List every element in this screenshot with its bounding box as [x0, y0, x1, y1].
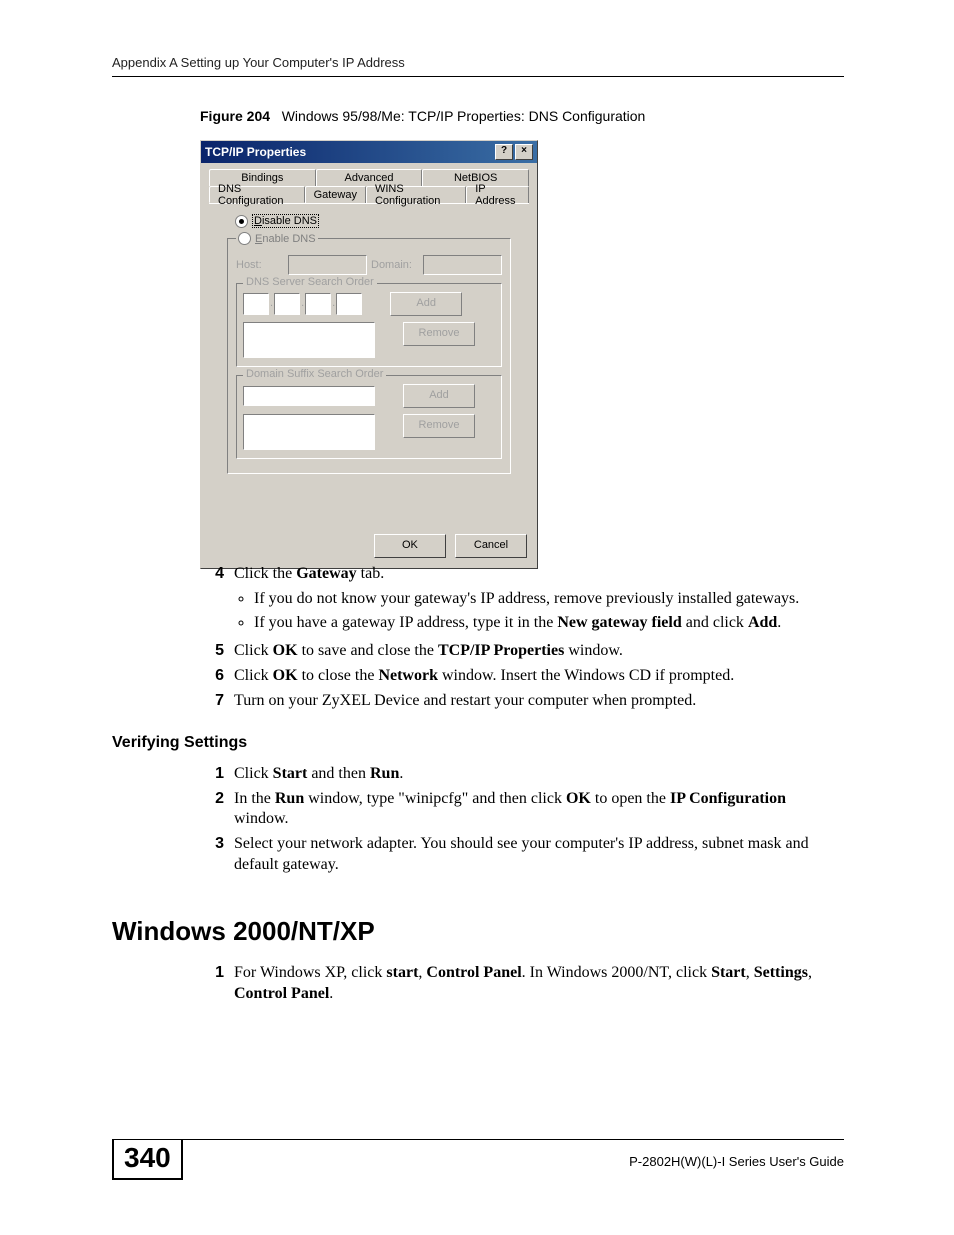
- dns-list[interactable]: [243, 322, 375, 358]
- tab-gateway[interactable]: Gateway: [305, 186, 366, 203]
- text: Click the: [234, 565, 296, 582]
- step-number: 5: [200, 641, 234, 662]
- step-4: 4 Click the Gateway tab. If you do not k…: [200, 564, 844, 637]
- tab-panel: Disable DNS Enable DNS Host: Domain: DNS: [209, 203, 529, 526]
- bullet: If you do not know your gateway's IP add…: [254, 589, 799, 610]
- remove-button[interactable]: Remove: [403, 414, 475, 438]
- step-6: 6 Click OK to close the Network window. …: [200, 666, 844, 687]
- page-footer: 340 P-2802H(W)(L)-I Series User's Guide: [112, 1139, 844, 1180]
- step-number: 3: [200, 834, 234, 876]
- radio-enable-dns[interactable]: Enable DNS: [238, 232, 316, 245]
- ok-button[interactable]: OK: [374, 534, 446, 558]
- vstep-3: 3 Select your network adapter. You shoul…: [200, 834, 844, 876]
- host-label: Host:: [236, 259, 284, 271]
- wstep-1: 1 For Windows XP, click start, Control P…: [200, 963, 844, 1005]
- group-label: DNS Server Search Order: [243, 276, 377, 288]
- enable-dns-group: Enable DNS Host: Domain: DNS Server Sear…: [227, 232, 511, 474]
- help-button[interactable]: ?: [495, 144, 513, 160]
- figure-title: Windows 95/98/Me: TCP/IP Properties: DNS…: [282, 108, 646, 124]
- step-number: 1: [200, 963, 234, 1005]
- suffix-list[interactable]: [243, 414, 375, 450]
- titlebar: TCP/IP Properties ? ×: [201, 141, 537, 163]
- step-number: 7: [200, 691, 234, 712]
- suffix-input[interactable]: [243, 386, 375, 406]
- add-button[interactable]: Add: [403, 384, 475, 408]
- tcpip-dialog: TCP/IP Properties ? × Bindings Advanced …: [200, 140, 538, 569]
- dialog-title: TCP/IP Properties: [205, 145, 306, 159]
- dns-order-group: DNS Server Search Order . . . Add Remove: [236, 283, 502, 367]
- tab-area: Bindings Advanced NetBIOS DNS Configurat…: [201, 163, 537, 526]
- figure-label: Figure 204: [200, 108, 270, 124]
- step-number: 2: [200, 789, 234, 831]
- radio-label: Enable DNS: [255, 233, 316, 245]
- tab-ipaddress[interactable]: IP Address: [466, 186, 529, 203]
- figure-caption: Figure 204 Windows 95/98/Me: TCP/IP Prop…: [200, 108, 645, 124]
- text: Gateway: [296, 565, 356, 582]
- domain-label: Domain:: [371, 259, 419, 271]
- suffix-order-group: Domain Suffix Search Order Add Remove: [236, 375, 502, 459]
- radio-disable-dns[interactable]: Disable DNS: [235, 214, 515, 228]
- step-7: 7 Turn on your ZyXEL Device and restart …: [200, 691, 844, 712]
- host-input[interactable]: [288, 255, 367, 275]
- step-number: 4: [200, 564, 234, 637]
- ip-input[interactable]: . . .: [243, 293, 362, 315]
- radio-dot-icon: [238, 232, 251, 245]
- domain-input[interactable]: [423, 255, 502, 275]
- text: tab.: [357, 565, 385, 582]
- group-label: Domain Suffix Search Order: [243, 368, 386, 380]
- verifying-heading: Verifying Settings: [112, 734, 844, 752]
- vstep-1: 1 Click Start and then Run.: [200, 764, 844, 785]
- windows-heading: Windows 2000/NT/XP: [112, 916, 844, 947]
- remove-button[interactable]: Remove: [403, 322, 475, 346]
- radio-label: Disable DNS: [252, 214, 319, 228]
- page-number: 340: [112, 1140, 183, 1180]
- doc-name: P-2802H(W)(L)-I Series User's Guide: [629, 1146, 844, 1169]
- step-number: 1: [200, 764, 234, 785]
- bullet: If you have a gateway IP address, type i…: [254, 613, 799, 634]
- page-header: Appendix A Setting up Your Computer's IP…: [112, 55, 844, 77]
- tab-dns-config[interactable]: DNS Configuration: [209, 186, 305, 203]
- step-number: 6: [200, 666, 234, 687]
- vstep-2: 2 In the Run window, type "winipcfg" and…: [200, 789, 844, 831]
- close-button[interactable]: ×: [515, 144, 533, 160]
- tab-wins[interactable]: WINS Configuration: [366, 186, 466, 203]
- cancel-button[interactable]: Cancel: [455, 534, 527, 558]
- add-button[interactable]: Add: [390, 292, 462, 316]
- step-5: 5 Click OK to save and close the TCP/IP …: [200, 641, 844, 662]
- body-content: 4 Click the Gateway tab. If you do not k…: [200, 560, 844, 1008]
- radio-dot-icon: [235, 215, 248, 228]
